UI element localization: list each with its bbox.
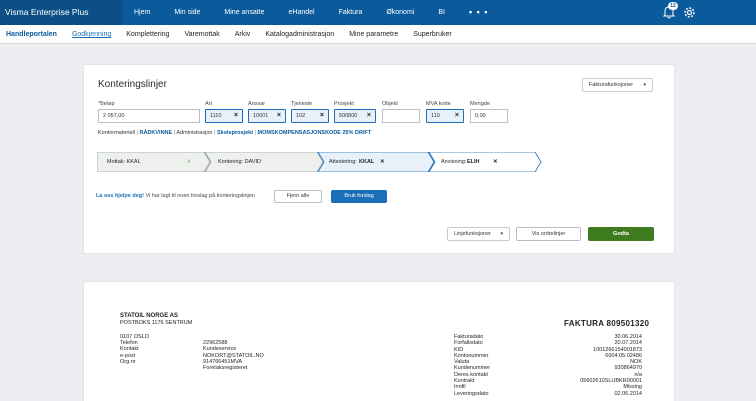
clear-tjeneste-icon[interactable]: ×: [320, 110, 324, 122]
tab-godkjenning[interactable]: Godkjenning: [72, 25, 111, 43]
fakturafunksjoner-label: Fakturafunksjoner: [589, 82, 634, 88]
linjefunksjoner-dropdown[interactable]: Linjefunksjoner ▾: [447, 227, 510, 241]
tab-arkiv[interactable]: Arkiv: [235, 25, 251, 43]
hint-text: Vi har lagt til noen forslag på konterin…: [143, 193, 255, 199]
panel-title: Konteringslinjer: [98, 79, 167, 90]
value-foretaksregisteret: Foretaksregisteret: [203, 365, 248, 372]
sender-labels: Telefon Kontakt e-post Org.nr: [120, 340, 139, 365]
remove-anvisning-icon[interactable]: ✕: [493, 152, 498, 172]
suggestion-hint: La oss hjelpe deg! Vi har lagt til noen …: [96, 193, 255, 199]
ansvar-label: Ansvar: [248, 101, 266, 107]
crumb-item3: MOMSKOMPENSASJONSKODE 25% DRIFT: [257, 130, 372, 136]
mva-kode-field[interactable]: 110 ×: [426, 109, 464, 123]
objekt-field[interactable]: [382, 109, 420, 123]
invoice-document: STATOIL NORGE AS POSTBOKS 1176 SENTRUM F…: [83, 281, 675, 401]
chevron-down-icon: ▾: [500, 231, 503, 237]
check-icon: ✓: [187, 159, 192, 165]
crumb-item2: Skoleprosjekt: [216, 130, 254, 136]
mottak-label: Mottak: KKAL: [107, 159, 141, 165]
konteringslinjer-panel: Konteringslinjer Fakturafunksjoner ▾ *Be…: [83, 64, 675, 254]
invoice-title: FAKTURA 809501320: [564, 319, 650, 328]
art-field[interactable]: 1110 ×: [205, 109, 243, 123]
invoice-meta-values: 30.06.2014 20.07.2014 1001266154001873 6…: [554, 334, 642, 397]
handleportalen-link[interactable]: Handleportalen: [6, 25, 57, 43]
notification-badge: 12: [668, 2, 678, 10]
tjeneste-value: 102: [296, 113, 306, 119]
label-orgnr: Org.nr: [120, 358, 136, 365]
value-epost: NOKORT@STATOIL.NO: [203, 352, 264, 359]
hint-bold: La oss hjelpe deg!: [96, 193, 144, 199]
mva-kode-value: 110: [431, 113, 440, 119]
anvisning-name: ELIH: [467, 159, 480, 165]
linjefunksjoner-label: Linjefunksjoner: [454, 231, 491, 237]
gear-icon[interactable]: [683, 6, 696, 19]
attestering-label: Attestering:: [329, 159, 357, 165]
objekt-label: Objekt: [382, 101, 398, 107]
value-leveringsdato: 02.06.2014: [614, 390, 642, 397]
top-nav: Hjem Min side Mine ansatte eHandel Faktu…: [122, 0, 500, 25]
approval-workflow: Mottak: KKAL ✓ Kontering: DAVID Attester…: [97, 152, 542, 172]
ansvar-value: 10001: [253, 113, 269, 119]
tab-varemottak[interactable]: Varemottak: [184, 25, 219, 43]
invoice-meta-labels: Fakturadato Forfallsdato KID Kontonummer…: [454, 334, 490, 397]
label-kundenummer: Kundenummer: [454, 365, 491, 372]
clear-ansvar-icon[interactable]: ×: [277, 110, 281, 122]
mengde-label: Mengde: [470, 101, 490, 107]
clear-mva-icon[interactable]: ×: [455, 110, 459, 122]
sub-nav: Handleportalen Godkjenning Komplettering…: [0, 25, 756, 44]
nav-bi[interactable]: BI: [426, 0, 457, 25]
label-kontakt: Kontakt: [120, 346, 139, 353]
fakturafunksjoner-dropdown[interactable]: Fakturafunksjoner ▾: [582, 78, 653, 92]
clear-prosjekt-icon[interactable]: ×: [367, 110, 371, 122]
label-leveringsdato: Leveringsdato: [454, 390, 489, 397]
prosjekt-value: 500800: [339, 113, 358, 119]
chevron-down-icon: ▾: [643, 82, 646, 88]
nav-hjem[interactable]: Hjem: [122, 0, 162, 25]
art-label: Art: [205, 101, 213, 107]
konteringsstreng: Kontormateriell | RÅDKVINNE | Administra…: [98, 130, 372, 136]
vis-ordrelinjer-button[interactable]: Vis ordrelinjer: [516, 227, 581, 241]
app-brand[interactable]: Visma Enterprise Plus: [0, 0, 122, 25]
godta-button[interactable]: Godta: [588, 227, 654, 241]
invoice-company: STATOIL NORGE AS: [120, 313, 179, 319]
tab-mine-parametre[interactable]: Mine parametre: [349, 25, 398, 43]
tab-katalogadministrasjon[interactable]: Katalogadministrasjon: [265, 25, 334, 43]
clear-art-icon[interactable]: ×: [234, 110, 238, 122]
bruk-forslag-button[interactable]: Bruk forslag: [331, 190, 387, 203]
fjern-alle-button[interactable]: Fjern alle: [274, 190, 322, 203]
top-bar: Visma Enterprise Plus Hjem Min side Mine…: [0, 0, 756, 25]
attestering-name: KKAL: [359, 159, 375, 165]
ansvar-field[interactable]: 10001 ×: [248, 109, 286, 123]
kontering-label: Kontering: DAVID: [218, 159, 262, 165]
nav-ehandel[interactable]: eHandel: [277, 0, 327, 25]
crumb-item1: RÅDKVINNE: [139, 130, 173, 136]
sender-values: 22962588 Kundeservice NOKORT@STATOIL.NO …: [203, 340, 264, 371]
tjeneste-field[interactable]: 102 ×: [291, 109, 329, 123]
belop-label: *Beløp: [98, 101, 115, 107]
tab-superbruker[interactable]: Superbruker: [413, 25, 452, 43]
crumb-item2-prefix: Administrasjon: [176, 130, 213, 136]
nav-faktura[interactable]: Faktura: [327, 0, 375, 25]
tab-komplettering[interactable]: Komplettering: [126, 25, 169, 43]
belop-field[interactable]: 2 057,00: [98, 109, 200, 123]
nav-mine-ansatte[interactable]: Mine ansatte: [212, 0, 276, 25]
art-value: 1110: [210, 113, 222, 119]
anvisning-label: Anvisning:: [441, 159, 467, 165]
nav-min-side[interactable]: Min side: [162, 0, 212, 25]
prosjekt-label: Prosjekt: [334, 101, 354, 107]
invoice-address1: POSTBOKS 1176 SENTRUM: [120, 320, 193, 326]
remove-attestering-icon[interactable]: ✕: [380, 152, 385, 172]
tjeneste-label: Tjeneste: [291, 101, 313, 107]
mva-kode-label: MVA kode: [426, 101, 451, 107]
nav-okonomi[interactable]: Økonomi: [374, 0, 426, 25]
nav-more-menu[interactable]: • • •: [457, 0, 500, 25]
crumb-prefix: Kontormateriell: [98, 130, 135, 136]
prosjekt-field[interactable]: 500800 ×: [334, 109, 376, 123]
mengde-field[interactable]: 0,00: [470, 109, 508, 123]
